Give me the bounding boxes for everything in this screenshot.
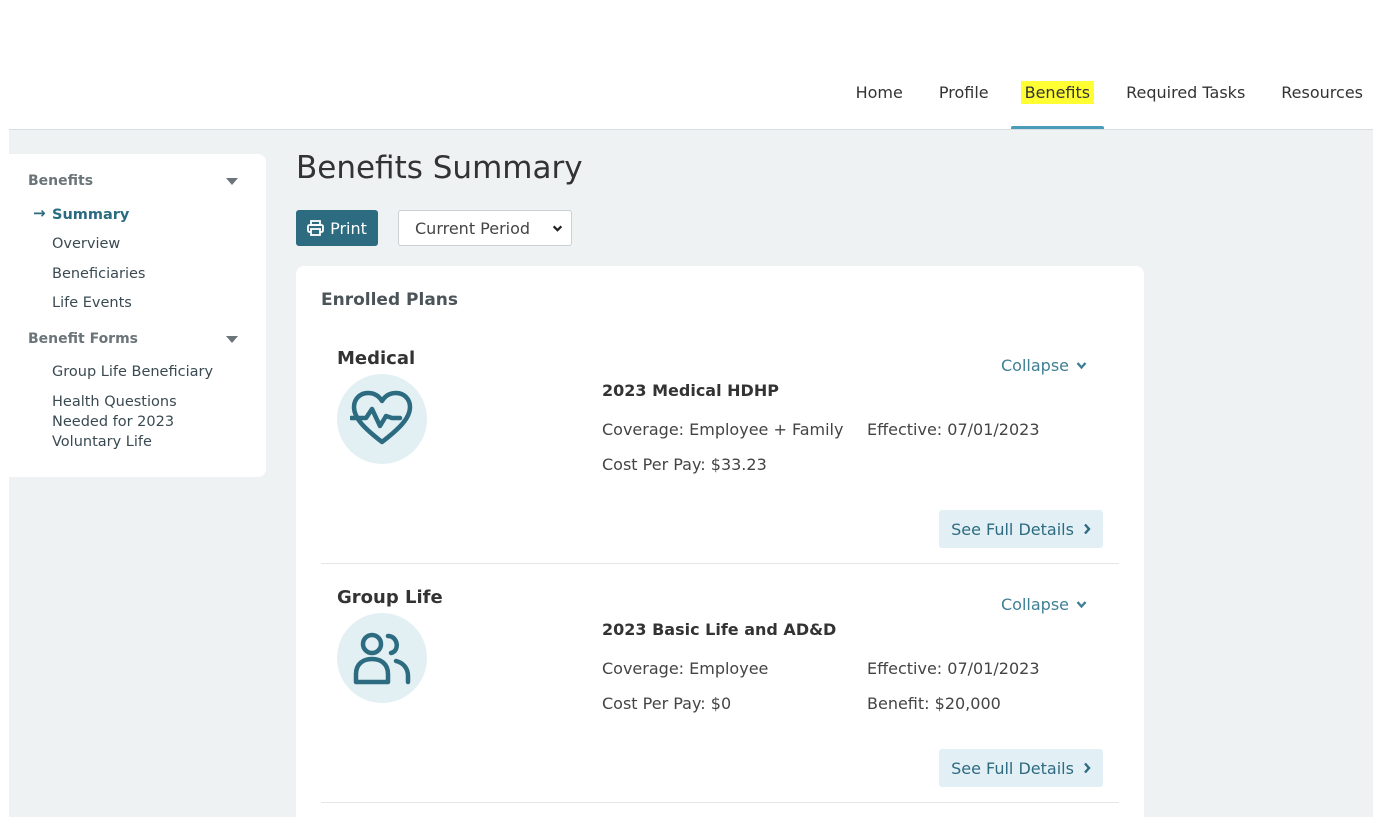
chevron-right-icon xyxy=(1084,523,1091,535)
enrolled-plans-card: Enrolled Plans Medical Collapse 2023 Med… xyxy=(296,266,1144,817)
people-icon xyxy=(337,613,427,703)
nav-profile[interactable]: Profile xyxy=(939,80,989,130)
caret-down-icon[interactable] xyxy=(226,336,238,343)
sidebar-item-life-events[interactable]: Life Events xyxy=(52,293,132,313)
caret-down-icon[interactable] xyxy=(226,178,238,185)
effective-date-text: Effective: 07/01/2023 xyxy=(867,420,1040,439)
coverage-text: Coverage: Employee + Family xyxy=(602,420,844,439)
see-full-details-button[interactable]: See Full Details xyxy=(939,749,1103,787)
cost-per-pay-text: Cost Per Pay: $0 xyxy=(602,694,732,713)
coverage-text: Coverage: Employee xyxy=(602,659,769,678)
plan-name: Group Life xyxy=(337,587,443,608)
nav-links: Home Profile Benefits Required Tasks Res… xyxy=(838,80,1399,130)
print-button-label: Print xyxy=(330,218,367,238)
nav-resources-label: Resources xyxy=(1281,83,1363,102)
sidebar-item-health-questions[interactable]: Health Questions Needed for 2023 Volunta… xyxy=(52,392,202,452)
period-select[interactable]: Current Period xyxy=(398,210,572,246)
see-full-details-label: See Full Details xyxy=(951,519,1074,539)
sidebar-section-benefits-label: Benefits xyxy=(28,173,94,189)
sidebar-section-benefit-forms-label: Benefit Forms xyxy=(28,331,139,347)
sidebar-section-benefit-forms[interactable]: Benefit Forms xyxy=(28,331,138,347)
sidebar-item-group-life-beneficiary[interactable]: Group Life Beneficiary xyxy=(52,362,213,382)
nav-required-tasks-label: Required Tasks xyxy=(1126,83,1246,102)
plan-divider xyxy=(321,563,1119,564)
print-button[interactable]: Print xyxy=(296,210,378,246)
chevron-down-icon xyxy=(552,225,563,232)
card-title: Enrolled Plans xyxy=(321,290,459,310)
effective-date-text: Effective: 07/01/2023 xyxy=(867,659,1040,678)
benefit-amount-text: Benefit: $20,000 xyxy=(867,694,1001,713)
sidebar-item-beneficiaries[interactable]: Beneficiaries xyxy=(52,264,145,284)
collapse-button[interactable]: Collapse xyxy=(1001,356,1087,375)
sidebar: Benefits → Summary Overview Beneficiarie… xyxy=(9,154,266,477)
chevron-down-icon xyxy=(1076,362,1087,370)
sidebar-section-benefits[interactable]: Benefits xyxy=(28,173,93,189)
collapse-label: Collapse xyxy=(1001,356,1069,375)
cost-per-pay-text: Cost Per Pay: $33.23 xyxy=(602,455,767,474)
chevron-right-icon xyxy=(1084,762,1091,774)
plan-group-life: Group Life Collapse 2023 Basic Life and … xyxy=(321,587,1119,803)
page-title: Benefits Summary xyxy=(296,150,583,186)
heart-pulse-icon xyxy=(337,374,427,464)
see-full-details-button[interactable]: See Full Details xyxy=(939,510,1103,548)
nav-home[interactable]: Home xyxy=(856,80,903,130)
plan-title: 2023 Medical HDHP xyxy=(602,381,779,400)
plan-divider xyxy=(321,802,1119,803)
plan-title: 2023 Basic Life and AD&D xyxy=(602,620,837,639)
top-navigation: Home Profile Benefits Required Tasks Res… xyxy=(0,0,1399,130)
nav-benefits[interactable]: Benefits xyxy=(1010,80,1105,130)
collapse-button[interactable]: Collapse xyxy=(1001,595,1087,614)
nav-benefits-label: Benefits xyxy=(1020,81,1095,104)
arrow-right-icon: → xyxy=(33,204,46,222)
collapse-label: Collapse xyxy=(1001,595,1069,614)
nav-resources[interactable]: Resources xyxy=(1281,80,1363,130)
sidebar-item-summary[interactable]: Summary xyxy=(52,205,129,225)
nav-profile-label: Profile xyxy=(938,83,989,102)
see-full-details-label: See Full Details xyxy=(951,758,1074,778)
period-select-value: Current Period xyxy=(415,218,531,238)
plan-name: Medical xyxy=(337,348,416,369)
nav-home-label: Home xyxy=(855,83,903,102)
plan-medical: Medical Collapse 2023 Medical HDHP Cover… xyxy=(321,348,1119,564)
nav-required-tasks[interactable]: Required Tasks xyxy=(1126,80,1245,130)
chevron-down-icon xyxy=(1076,601,1087,609)
sidebar-item-overview[interactable]: Overview xyxy=(52,234,120,254)
printer-icon xyxy=(307,220,324,236)
